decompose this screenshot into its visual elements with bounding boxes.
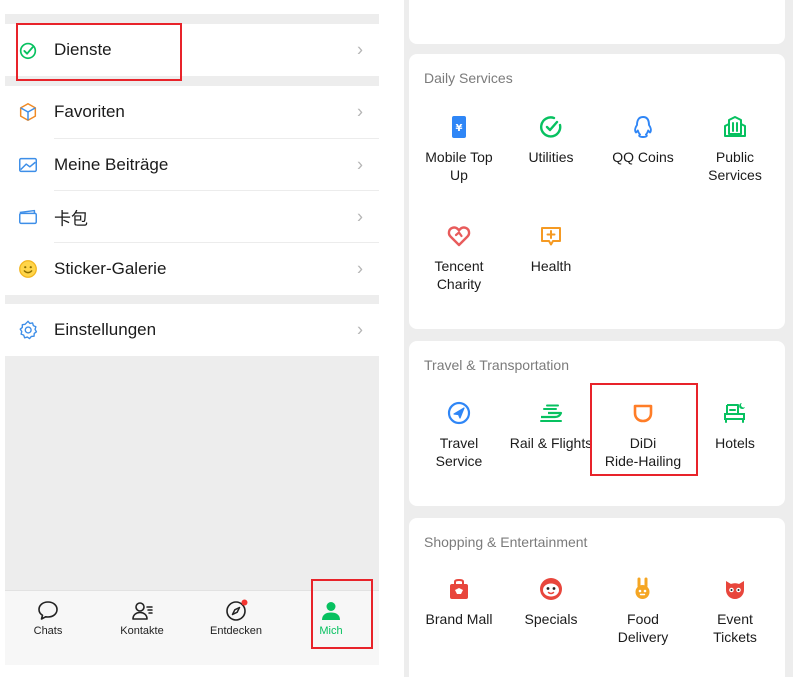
highlight-box-didi — [590, 383, 698, 476]
service-label: Tencent Charity — [434, 258, 484, 292]
service-food-delivery[interactable]: Food Delivery — [597, 576, 689, 646]
service-label: Utilities — [528, 149, 574, 165]
wallet-card — [409, 0, 785, 44]
contacts-icon — [132, 602, 153, 620]
service-mobile-top-up[interactable]: ¥ Mobile Top Up — [413, 114, 505, 184]
service-brand-mall[interactable]: Brand Mall — [413, 576, 505, 628]
train-icon — [540, 404, 563, 422]
menu-item-label: Einstellungen — [54, 320, 157, 339]
tab-label: Kontakte — [120, 625, 164, 637]
charity-heart-icon — [447, 226, 471, 247]
favorites-icon — [19, 103, 37, 121]
service-label: Specials — [524, 611, 578, 627]
service-tencent-charity[interactable]: Tencent Charity — [413, 223, 505, 293]
section-title: Daily Services — [424, 70, 513, 86]
chevron-right-icon: › — [357, 101, 363, 122]
chevron-right-icon: › — [357, 154, 363, 174]
service-health[interactable]: Health — [505, 223, 597, 275]
food-delivery-rabbit-icon — [635, 577, 650, 599]
highlight-box-services — [16, 23, 182, 81]
service-label: Rail & Flights — [509, 435, 593, 451]
event-tickets-cat-icon — [726, 581, 744, 599]
hotel-bed-icon — [724, 403, 745, 423]
menu-item-label: Meine Beiträge — [54, 154, 169, 174]
chevron-right-icon: › — [357, 319, 363, 340]
service-utilities[interactable]: Utilities — [505, 114, 597, 166]
chevron-right-icon: › — [357, 258, 363, 279]
menu-item-label: Favoriten — [54, 102, 125, 121]
travel-send-icon — [447, 401, 471, 425]
services-panel: Daily Services ¥ Mobile Top Up Utilities… — [404, 0, 793, 677]
qq-penguin-icon — [634, 116, 652, 138]
service-specials[interactable]: Specials — [505, 576, 597, 628]
shopping-entertainment-card: Shopping & Entertainment Brand Mall Spec… — [409, 518, 785, 677]
chevron-right-icon: › — [357, 206, 363, 227]
chevron-right-icon: › — [357, 39, 363, 60]
shopping-bag-icon — [450, 579, 468, 599]
service-label: Travel Service — [435, 435, 483, 469]
card-wallet-icon — [19, 209, 37, 225]
service-label: QQ Coins — [612, 149, 674, 165]
compass-icon — [226, 599, 248, 621]
health-icon — [541, 227, 561, 246]
tab-contacts[interactable]: Kontakte — [102, 591, 182, 665]
svg-text:¥: ¥ — [456, 123, 463, 134]
utilities-icon — [540, 116, 562, 138]
service-label: Event Tickets — [713, 611, 757, 645]
public-services-building-icon — [724, 116, 746, 137]
settings-icon — [19, 320, 38, 340]
service-label: Hotels — [715, 435, 755, 451]
menu-item-label: 卡包 — [54, 209, 88, 229]
service-event-tickets[interactable]: Event Tickets — [689, 576, 781, 646]
service-label: Food Delivery — [617, 611, 669, 645]
me-panel: Dienste › Favoriten › Meine Beiträge › 卡… — [5, 0, 379, 665]
chat-bubble-icon — [38, 601, 58, 620]
daily-services-card: Daily Services ¥ Mobile Top Up Utilities… — [409, 54, 785, 329]
service-rail-flights[interactable]: Rail & Flights — [505, 400, 597, 452]
tab-label: Entdecken — [210, 625, 262, 637]
highlight-box-me-tab — [311, 579, 373, 649]
menu-item-favorites[interactable]: Favoriten › — [5, 86, 379, 138]
service-qq-coins[interactable]: QQ Coins — [597, 114, 689, 166]
menu-item-sticker-gallery[interactable]: Sticker-Galerie › — [5, 243, 379, 295]
previous-section — [5, 0, 379, 14]
menu-item-card-wallet[interactable]: 卡包 › — [5, 191, 379, 243]
moments-icon — [19, 157, 37, 172]
service-travel[interactable]: Travel Service — [413, 400, 505, 470]
service-hotels[interactable]: Hotels — [689, 400, 781, 452]
section-title: Shopping & Entertainment — [424, 534, 588, 550]
menu-item-settings[interactable]: Einstellungen › — [5, 304, 379, 356]
service-label: Public Services — [708, 149, 762, 183]
service-label: Brand Mall — [425, 611, 493, 627]
service-label: Health — [530, 258, 572, 274]
sticker-icon — [19, 260, 37, 278]
tab-label: Chats — [33, 625, 63, 637]
tab-discover[interactable]: Entdecken — [196, 591, 276, 665]
service-label: Mobile Top Up — [425, 149, 493, 183]
specials-mascot-icon — [540, 578, 562, 600]
section-title: Travel & Transportation — [424, 357, 569, 373]
menu-item-moments[interactable]: Meine Beiträge › — [5, 138, 379, 191]
service-public-services[interactable]: Public Services — [689, 114, 781, 184]
mobile-top-up-icon: ¥ — [452, 116, 466, 138]
menu-item-label: Sticker-Galerie — [54, 259, 167, 278]
tab-chats[interactable]: Chats — [8, 591, 88, 665]
